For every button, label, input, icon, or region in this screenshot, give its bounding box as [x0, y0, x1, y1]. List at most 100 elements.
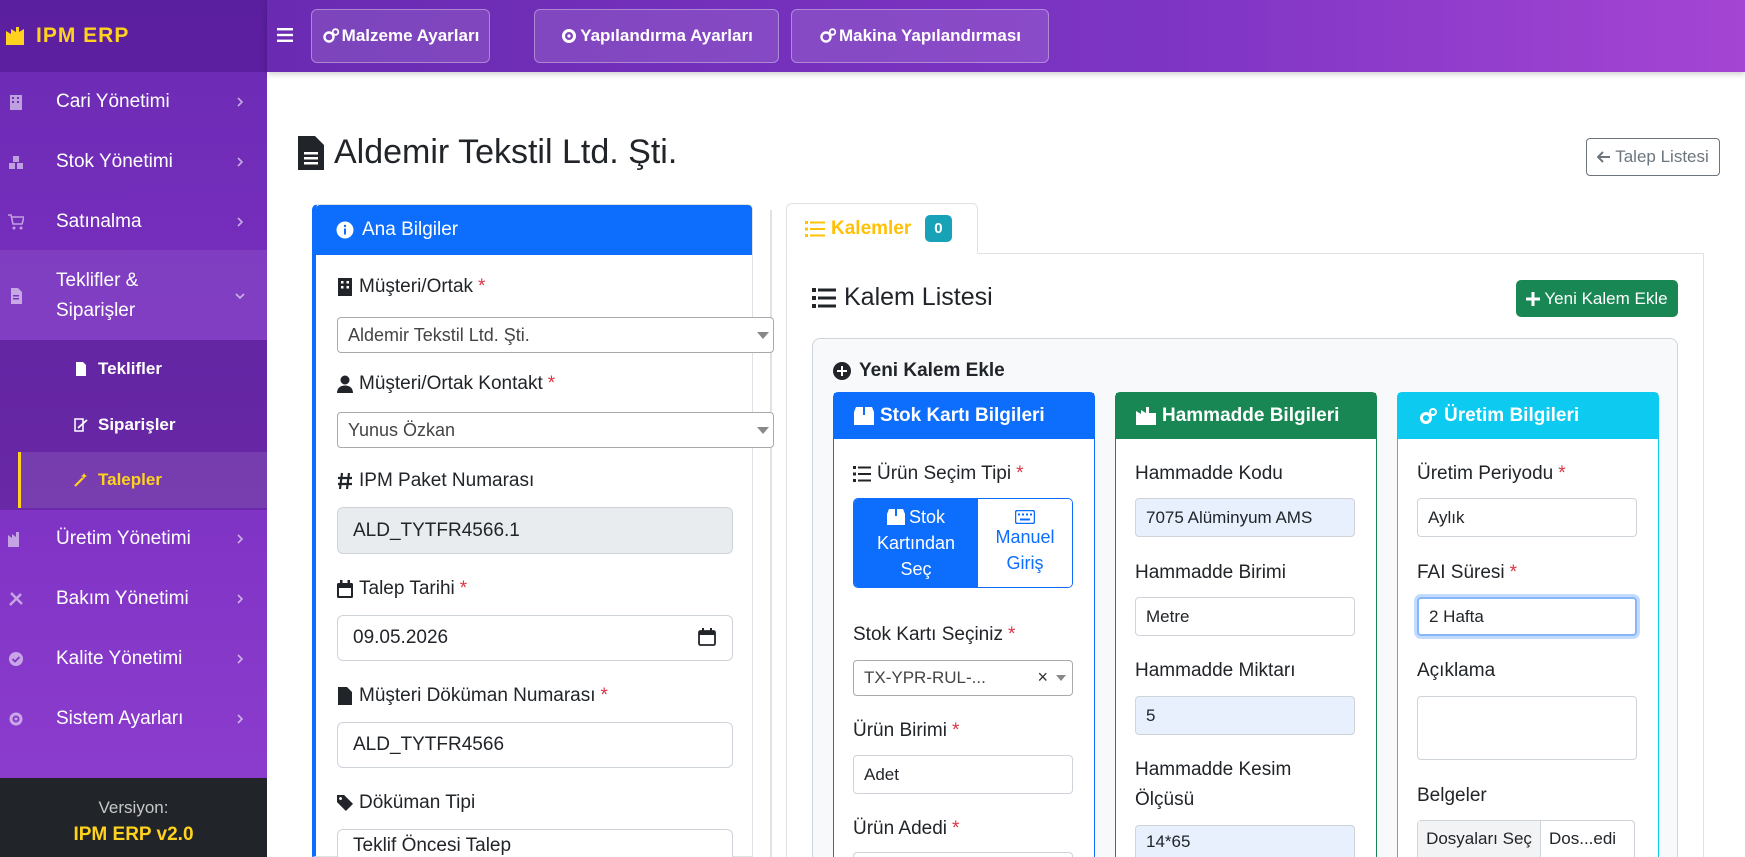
request-date-label: Talep Tarihi * [337, 578, 467, 600]
tab-kalemler[interactable]: Kalemler 0 [786, 203, 978, 254]
document-number-label: Müşteri Döküman Numarası * [337, 685, 608, 707]
cart-icon [8, 214, 24, 230]
magic-wand-icon [74, 473, 87, 487]
scroll-divider [770, 210, 772, 857]
stock-card-select-value: TX-YPR-RUL-... [864, 668, 986, 687]
fai-duration-label: FAI Süresi * [1417, 558, 1517, 588]
customer-label-text: Müşteri/Ortak [359, 276, 474, 297]
raw-cut-size-input[interactable]: 14*65 [1135, 825, 1355, 857]
product-unit-label-text: Ürün Birimi [853, 720, 947, 741]
raw-qty-label: Hammadde Miktarı [1135, 660, 1296, 681]
topbar: Malzeme Ayarları Yapılandırma Ayarları M… [267, 0, 1745, 72]
sidebar-item-cari[interactable]: Cari Yönetimi [0, 84, 267, 120]
info-circle-icon [336, 221, 354, 239]
raw-cut-label-line1: Hammadde Kesim [1135, 759, 1292, 780]
file-icon [76, 362, 86, 376]
industry-icon [1136, 407, 1156, 425]
tab-kalemler-label: Kalemler [831, 217, 912, 239]
material-settings-button[interactable]: Malzeme Ayarları [311, 9, 490, 63]
document-type-label-text: Döküman Tipi [359, 792, 476, 813]
option-stock-line1: Stok [908, 507, 946, 527]
building-icon [10, 95, 22, 110]
configuration-settings-button[interactable]: Yapılandırma Ayarları [534, 9, 779, 63]
stock-card-select[interactable]: TX-YPR-RUL-... × [853, 660, 1073, 696]
sidebar-item-bakim[interactable]: Bakım Yönetimi [0, 581, 267, 617]
request-date-value: 09.05.2026 [353, 627, 449, 648]
description-label: Açıklama [1417, 660, 1496, 681]
sidebar-item-uretim[interactable]: Üretim Yönetimi [0, 521, 267, 557]
chevron-right-icon [237, 97, 244, 107]
customer-select[interactable]: Aldemir Tekstil Ltd. Şti. [337, 317, 774, 353]
file-icon [338, 687, 352, 705]
product-qty-label: Ürün Adedi * [853, 814, 959, 844]
option-from-stock-card[interactable]: Stok Kartından Seç [854, 499, 978, 587]
document-number-input[interactable]: ALD_TYTFR4566 [337, 722, 733, 768]
document-type-select[interactable]: Teklif Öncesi Talep [337, 829, 733, 857]
sidebar-item-label: Sistem Ayarları [56, 708, 184, 729]
raw-cut-value: 14*65 [1146, 831, 1191, 851]
product-qty-input[interactable] [853, 852, 1073, 857]
cogs-icon [1420, 408, 1437, 424]
file-alt-icon [298, 135, 324, 170]
add-new-item-label: Yeni Kalem Ekle [1544, 288, 1668, 308]
product-unit-input[interactable]: Adet [853, 755, 1073, 794]
required-mark: * [1016, 463, 1024, 484]
sidebar-subitem-label: Teklifler [98, 359, 162, 378]
contact-select[interactable]: Yunus Özkan [337, 412, 774, 448]
required-mark: * [951, 720, 960, 741]
documents-file-input[interactable]: Dosyaları Seç Dos...edi [1417, 820, 1635, 857]
documents-label: Belgeler [1417, 785, 1487, 806]
plus-icon [1526, 291, 1541, 306]
arrow-left-icon [1597, 151, 1611, 163]
raw-unit-value: Metre [1146, 606, 1190, 626]
items-count-badge: 0 [925, 215, 952, 242]
raw-qty-input[interactable]: 5 [1135, 696, 1355, 735]
main-info-title: Ana Bilgiler [362, 219, 459, 240]
calendar-picker-icon[interactable] [698, 628, 716, 646]
raw-unit-input[interactable]: Metre [1135, 597, 1355, 636]
chevron-right-icon [237, 594, 244, 604]
choose-files-button[interactable]: Dosyaları Seç [1418, 821, 1541, 857]
sidebar-item-teklifler-siparisler[interactable]: Teklifler & Siparişler [0, 266, 267, 326]
raw-code-input[interactable]: 7075 Alüminyum AMS [1135, 498, 1355, 537]
option-stock-line3: Seç [900, 559, 932, 579]
option-stock-line2: Kartından [876, 533, 956, 553]
product-qty-label-text: Ürün Adedi [853, 818, 948, 839]
fai-duration-input[interactable]: 2 Hafta [1417, 597, 1637, 636]
sidebar-item-label-line2: Siparişler [56, 300, 136, 321]
clear-selection-icon[interactable]: × [1037, 667, 1048, 688]
sidebar-item-label: Kalite Yönetimi [56, 648, 183, 669]
selection-type-toggle: Stok Kartından Seç Manuel Giriş [853, 498, 1073, 588]
back-to-list-button[interactable]: Talep Listesi [1586, 138, 1720, 176]
box-icon [854, 407, 874, 425]
building-icon [338, 278, 352, 296]
gear-icon [562, 29, 577, 43]
sidebar-item-sistem[interactable]: Sistem Ayarları [0, 701, 267, 737]
hamburger-menu-icon[interactable] [277, 28, 293, 42]
production-period-input[interactable]: Aylık [1417, 498, 1637, 537]
option-manual-entry[interactable]: Manuel Giriş [978, 499, 1072, 587]
request-date-input[interactable]: 09.05.2026 [337, 615, 733, 661]
sidebar-item-stok[interactable]: Stok Yönetimi [0, 144, 267, 180]
required-mark: * [459, 578, 468, 599]
machine-configuration-button[interactable]: Makina Yapılandırması [791, 9, 1049, 63]
industry-icon [6, 27, 24, 45]
brand-logo[interactable]: IPM ERP [0, 0, 267, 72]
sidebar-item-kalite[interactable]: Kalite Yönetimi [0, 641, 267, 677]
package-number-input[interactable]: ALD_TYTFR4566.1 [337, 507, 733, 554]
version-box: Versiyon: IPM ERP v2.0 [0, 778, 267, 857]
contact-label-text: Müşteri/Ortak Kontakt [359, 373, 543, 394]
add-new-item-button[interactable]: Yeni Kalem Ekle [1516, 280, 1678, 317]
sidebar-item-satinalma[interactable]: Satınalma [0, 204, 267, 240]
raw-material-header: Hammadde Bilgileri [1116, 393, 1376, 439]
fai-duration-label-text: FAI Süresi [1417, 562, 1505, 583]
box-icon [886, 509, 905, 525]
package-number-label-text: IPM Paket Numarası [359, 470, 535, 491]
document-type-label: Döküman Tipi [337, 792, 475, 814]
document-number-value: ALD_TYTFR4566 [353, 734, 505, 755]
description-textarea[interactable] [1417, 696, 1637, 760]
dropdown-caret-icon [757, 427, 769, 434]
selection-type-label: Ürün Seçim Tipi * [853, 459, 1024, 489]
option-manual-line1: Manuel [995, 527, 1055, 547]
package-number-label: IPM Paket Numarası [337, 470, 534, 492]
